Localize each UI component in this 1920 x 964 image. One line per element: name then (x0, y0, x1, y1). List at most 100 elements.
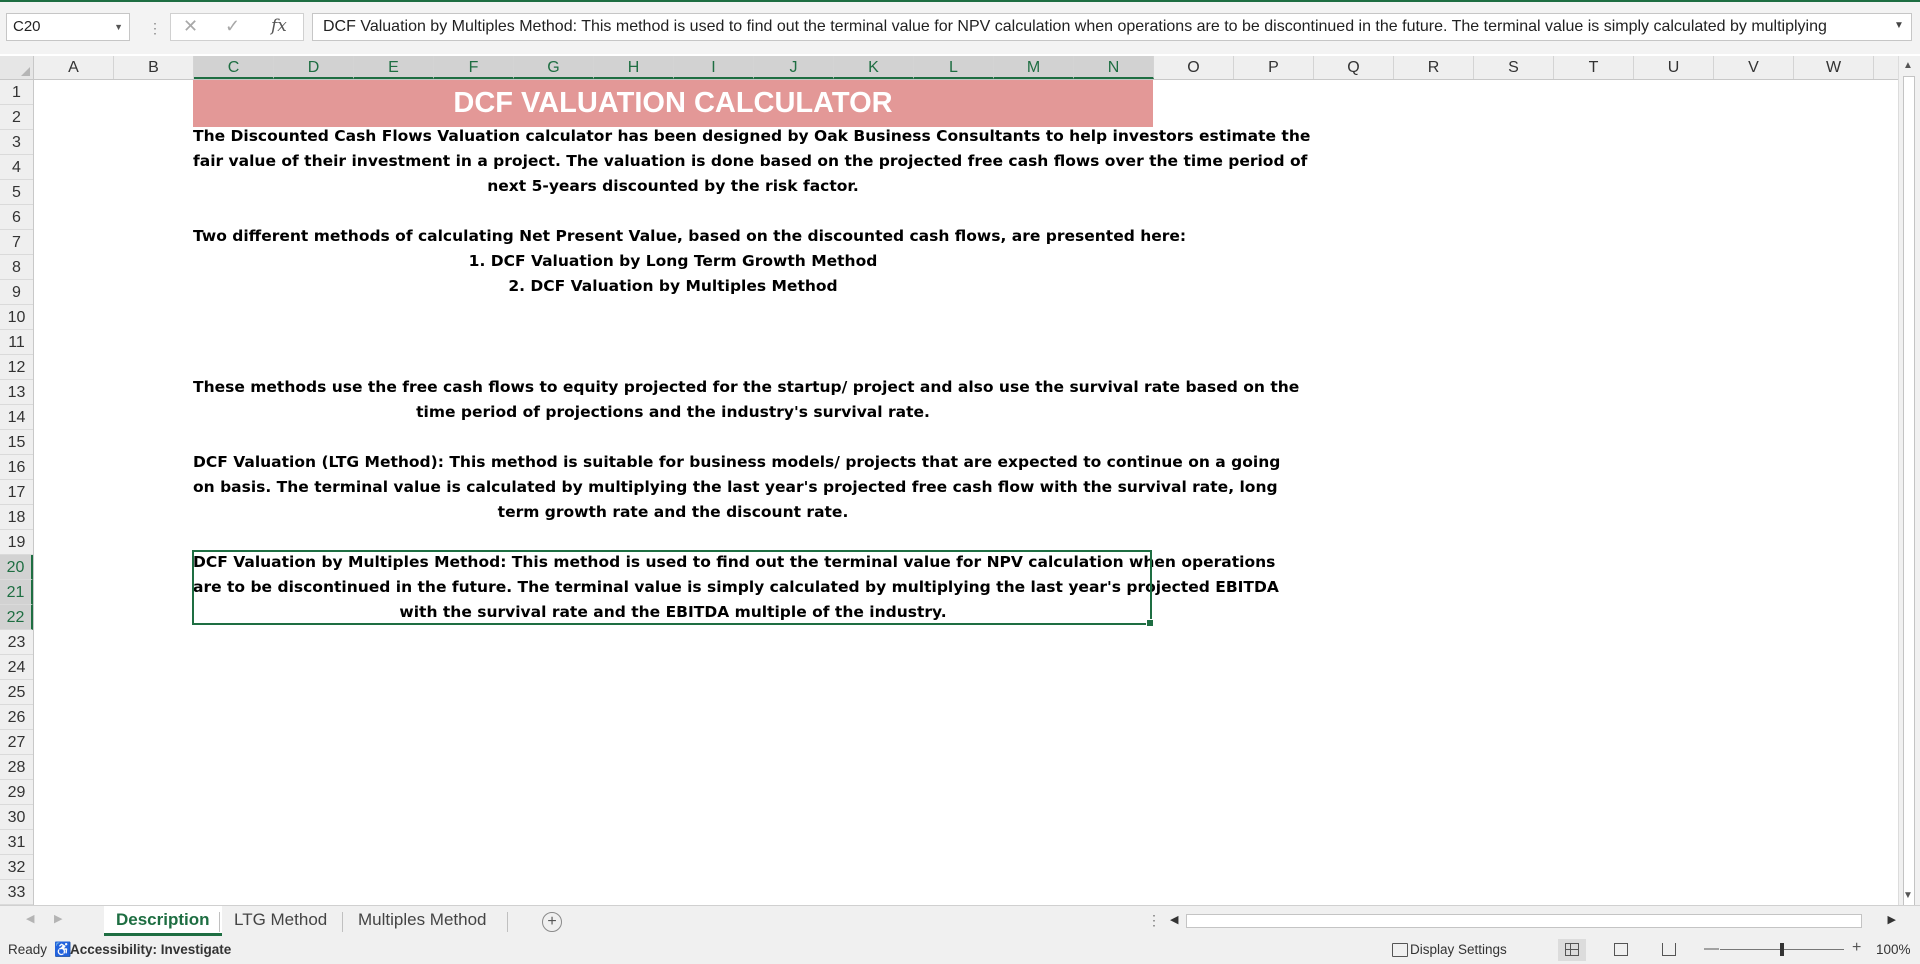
horizontal-scrollbar[interactable]: ◀ ▶ (1166, 912, 1900, 930)
page-layout-icon (1614, 943, 1628, 956)
vertical-scroll-thumb[interactable] (1903, 76, 1915, 921)
scroll-left-icon[interactable]: ◀ (1170, 913, 1178, 926)
enter-check-icon[interactable]: ✓ (225, 16, 240, 37)
tab-multiples-method[interactable]: Multiples Method (346, 906, 499, 936)
text-line: term growth rate and the discount rate. (497, 503, 849, 521)
horizontal-scroll-thumb[interactable] (1186, 914, 1862, 928)
status-bar: Ready ♿ Accessibility: Investigate Displ… (0, 936, 1920, 964)
column-header[interactable]: C (194, 56, 274, 79)
column-header[interactable]: Q (1314, 56, 1394, 79)
row-header[interactable]: 22 (0, 605, 33, 630)
row-header[interactable]: 8 (0, 255, 33, 280)
scroll-down-icon[interactable]: ▼ (1903, 890, 1913, 901)
column-header[interactable]: L (914, 56, 994, 79)
row-header[interactable]: 33 (0, 880, 33, 905)
tab-description[interactable]: Description (104, 906, 222, 936)
column-header[interactable]: H (594, 56, 674, 79)
row-header[interactable]: 17 (0, 480, 33, 505)
row-header[interactable]: 14 (0, 405, 33, 430)
next-sheet-icon[interactable]: ▶ (54, 912, 62, 925)
text-line: time period of projections and the indus… (416, 403, 930, 421)
zoom-out-icon[interactable]: — (1704, 940, 1719, 957)
tab-ltg-method[interactable]: LTG Method (222, 906, 339, 936)
zoom-slider-thumb[interactable] (1780, 943, 1784, 956)
expand-formula-bar-icon[interactable]: ▼ (1894, 20, 1904, 31)
row-header[interactable]: 16 (0, 455, 33, 480)
row-header[interactable]: 11 (0, 330, 33, 355)
selected-cell-range[interactable] (192, 550, 1154, 627)
tab-divider (219, 912, 220, 932)
row-header[interactable]: 5 (0, 180, 33, 205)
insert-function-icon[interactable]: fx (271, 16, 287, 36)
column-header[interactable]: A (34, 56, 114, 79)
ltg-method-paragraph: DCF Valuation (LTG Method): This method … (193, 450, 1280, 525)
normal-view-button[interactable] (1558, 939, 1586, 961)
page-break-preview-button[interactable] (1655, 939, 1683, 961)
fcfe-paragraph: These methods use the free cash flows to… (193, 375, 1299, 425)
display-settings-button[interactable]: Display Settings (1392, 942, 1507, 957)
column-header[interactable]: G (514, 56, 594, 79)
row-header[interactable]: 9 (0, 280, 33, 305)
row-header[interactable]: 24 (0, 655, 33, 680)
row-header[interactable]: 2 (0, 105, 33, 130)
column-header[interactable]: T (1554, 56, 1634, 79)
cancel-icon[interactable]: ✕ (183, 16, 198, 37)
column-header[interactable]: F (434, 56, 514, 79)
row-header[interactable]: 3 (0, 130, 33, 155)
column-header[interactable]: J (754, 56, 834, 79)
scroll-up-icon[interactable]: ▲ (1903, 60, 1913, 71)
tab-split-handle-icon[interactable]: ⋮ (1147, 912, 1161, 929)
add-sheet-icon[interactable]: + (542, 912, 562, 932)
column-header[interactable]: D (274, 56, 354, 79)
column-header[interactable]: R (1394, 56, 1474, 79)
scroll-right-icon[interactable]: ▶ (1888, 913, 1896, 926)
column-header[interactable]: M (994, 56, 1074, 79)
prev-sheet-icon[interactable]: ◀ (26, 912, 34, 925)
row-header[interactable]: 1 (0, 80, 33, 105)
row-header[interactable]: 10 (0, 305, 33, 330)
row-header[interactable]: 19 (0, 530, 33, 555)
row-header[interactable]: 27 (0, 730, 33, 755)
row-header[interactable]: 21 (0, 580, 33, 605)
row-header[interactable]: 20 (0, 555, 33, 580)
column-header[interactable]: B (114, 56, 194, 79)
calculator-title: DCF VALUATION CALCULATOR (193, 80, 1153, 127)
row-header[interactable]: 18 (0, 505, 33, 530)
row-header[interactable]: 26 (0, 705, 33, 730)
row-header[interactable]: 15 (0, 430, 33, 455)
status-ready: Ready (8, 942, 48, 957)
row-header[interactable]: 29 (0, 780, 33, 805)
accessibility-status[interactable]: ♿ Accessibility: Investigate (54, 941, 231, 957)
zoom-level[interactable]: 100% (1876, 942, 1911, 957)
row-header[interactable]: 12 (0, 355, 33, 380)
row-header[interactable]: 23 (0, 630, 33, 655)
name-box[interactable]: C20 ▼ (6, 13, 130, 41)
column-header[interactable]: I (674, 56, 754, 79)
name-box-value: C20 (13, 18, 41, 35)
select-all-button[interactable] (0, 56, 34, 79)
column-header[interactable]: E (354, 56, 434, 79)
worksheet-grid[interactable]: DCF VALUATION CALCULATOR The Discounted … (34, 80, 1898, 905)
column-header[interactable]: K (834, 56, 914, 79)
row-header[interactable]: 7 (0, 230, 33, 255)
column-header[interactable]: S (1474, 56, 1554, 79)
column-header[interactable]: V (1714, 56, 1794, 79)
vertical-scrollbar[interactable]: ▲ ▼ (1898, 56, 1920, 921)
row-header[interactable]: 25 (0, 680, 33, 705)
row-header[interactable]: 28 (0, 755, 33, 780)
page-layout-view-button[interactable] (1607, 939, 1635, 961)
row-header[interactable]: 4 (0, 155, 33, 180)
row-header[interactable]: 30 (0, 805, 33, 830)
column-header[interactable]: O (1154, 56, 1234, 79)
row-header[interactable]: 31 (0, 830, 33, 855)
name-box-dropdown-icon[interactable]: ▼ (114, 14, 123, 40)
row-header[interactable]: 13 (0, 380, 33, 405)
column-header[interactable]: N (1074, 56, 1154, 79)
formula-input[interactable]: DCF Valuation by Multiples Method: This … (312, 13, 1912, 41)
column-header[interactable]: W (1794, 56, 1874, 79)
row-header[interactable]: 32 (0, 855, 33, 880)
zoom-in-icon[interactable]: + (1852, 939, 1861, 957)
row-header[interactable]: 6 (0, 205, 33, 230)
column-header[interactable]: P (1234, 56, 1314, 79)
column-header[interactable]: U (1634, 56, 1714, 79)
